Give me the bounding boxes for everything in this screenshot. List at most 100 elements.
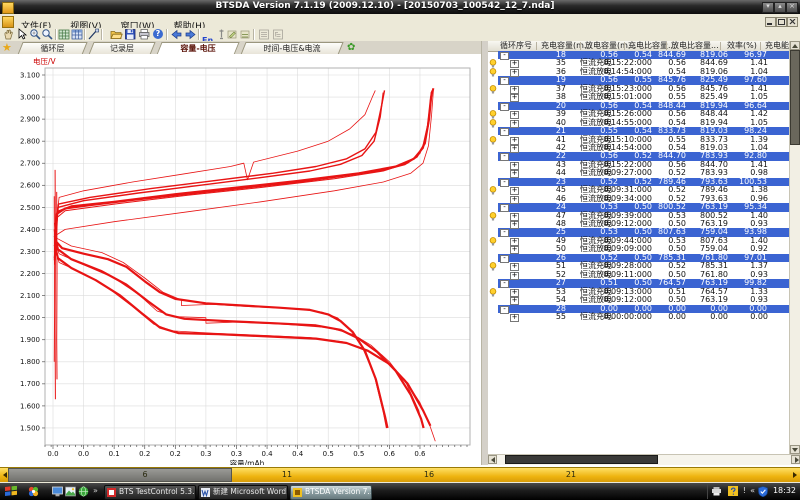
svg-text:0.6: 0.6 bbox=[414, 450, 426, 458]
edit-marker2-icon[interactable] bbox=[239, 28, 252, 41]
cycle-table-panel: 循环序号 充电容量(m... 放电容量(m... 充电比容量... 放电比容量... 效率… bbox=[488, 41, 800, 465]
scroll-right-button[interactable] bbox=[791, 455, 800, 464]
collapse-toggle[interactable]: - bbox=[500, 52, 509, 60]
language-en-icon[interactable]: En bbox=[202, 28, 215, 45]
svg-text:3.000: 3.000 bbox=[20, 93, 40, 101]
slider-tick-label: 21 bbox=[565, 470, 577, 479]
print-icon[interactable] bbox=[138, 28, 151, 41]
svg-text:0.3: 0.3 bbox=[231, 450, 242, 458]
axis-ticks bbox=[42, 74, 468, 449]
edit-marker-icon[interactable] bbox=[226, 28, 239, 41]
taskbar-button-word[interactable]: 新建 Microsoft Word... bbox=[198, 485, 288, 500]
back-icon[interactable] bbox=[170, 28, 183, 41]
line-tool-icon[interactable] bbox=[87, 28, 100, 41]
column-header[interactable]: 充电容量(m... bbox=[541, 41, 592, 51]
restore-button[interactable]: ▴ bbox=[774, 2, 786, 13]
collapse-toggle[interactable]: - bbox=[500, 254, 509, 263]
expand-toggle[interactable]: + bbox=[510, 68, 519, 77]
scroll-down-button[interactable] bbox=[790, 445, 800, 454]
tree-view-icon[interactable] bbox=[272, 28, 285, 41]
expand-toggle[interactable]: + bbox=[510, 187, 519, 196]
svg-text:0.0: 0.0 bbox=[78, 450, 89, 458]
collapse-toggle[interactable]: - bbox=[500, 178, 509, 187]
svg-text:1.800: 1.800 bbox=[20, 358, 40, 366]
cycle-range-slider[interactable]: 6 11 16 21 bbox=[0, 467, 800, 482]
collapse-toggle[interactable]: - bbox=[500, 204, 509, 213]
svg-text:0.2: 0.2 bbox=[139, 450, 150, 458]
document-icon bbox=[2, 16, 14, 28]
mdi-minimize-button[interactable] bbox=[765, 17, 776, 27]
expand-toggle[interactable]: + bbox=[510, 94, 519, 103]
series-discharge-19 bbox=[54, 222, 387, 429]
taskbar-button-btsda[interactable]: BTSDA Version 7.1.1... bbox=[290, 485, 372, 500]
quicklaunch-overflow-chevron[interactable]: » bbox=[93, 486, 98, 495]
table-row-record[interactable]: +55 恒流充电 0:00:00:000 0.00 0.00 0.00 bbox=[488, 312, 790, 322]
quicklaunch-360-icon[interactable] bbox=[28, 486, 39, 497]
scroll-up-button[interactable] bbox=[790, 41, 800, 50]
capacity-voltage-chart[interactable]: 3.100 3.000 2.900 2.800 2.700 2.600 2.500 2.400… bbox=[0, 54, 481, 468]
svg-text:0.2: 0.2 bbox=[170, 450, 181, 458]
expand-toggle[interactable]: + bbox=[510, 313, 519, 322]
expand-toggle[interactable]: + bbox=[510, 297, 519, 306]
expand-toggle[interactable]: + bbox=[510, 221, 519, 229]
expand-toggle[interactable]: + bbox=[510, 246, 519, 255]
table-horizontal-scrollbar[interactable] bbox=[488, 454, 800, 465]
column-header[interactable]: 循环序号 bbox=[500, 41, 532, 51]
taskbar: » BTS TestControl 5.3.... 新建 Microsoft W… bbox=[0, 483, 800, 500]
tray-printer-icon[interactable] bbox=[711, 486, 722, 496]
list-view-icon[interactable] bbox=[258, 28, 271, 41]
toolbar: ? En bbox=[0, 28, 800, 45]
series-charge-27 bbox=[55, 90, 376, 230]
collapse-toggle[interactable]: - bbox=[500, 305, 509, 314]
minimize-button[interactable]: ▾ bbox=[762, 2, 774, 13]
collapse-toggle[interactable]: - bbox=[500, 128, 509, 137]
record-layer-icon[interactable] bbox=[71, 28, 84, 41]
close-button[interactable]: × bbox=[786, 2, 798, 13]
vertical-scroll-thumb[interactable] bbox=[790, 50, 800, 145]
forward-icon[interactable] bbox=[184, 28, 197, 41]
svg-text:0.4: 0.4 bbox=[261, 450, 273, 458]
column-header[interactable]: 充电能量(m. bbox=[765, 41, 790, 51]
expand-toggle[interactable]: + bbox=[510, 195, 519, 204]
svg-text:2.900: 2.900 bbox=[20, 116, 40, 124]
favorite-star-icon[interactable]: ★ bbox=[2, 41, 12, 54]
collapse-toggle[interactable]: - bbox=[500, 102, 509, 111]
tray-shield-icon[interactable] bbox=[758, 486, 768, 497]
expand-toggle[interactable]: + bbox=[510, 271, 519, 280]
tray-alert-glyph: ! bbox=[742, 486, 746, 495]
mdi-close-button[interactable] bbox=[787, 17, 798, 27]
svg-text:0.6: 0.6 bbox=[384, 450, 396, 458]
collapse-toggle[interactable]: - bbox=[500, 77, 509, 86]
expand-toggle[interactable]: + bbox=[510, 144, 519, 153]
scroll-left-button[interactable] bbox=[488, 455, 497, 464]
title-bar[interactable]: BTSDA Version 7.1.19 (2009.12.10) - [201… bbox=[0, 0, 800, 14]
expand-toggle[interactable]: + bbox=[510, 111, 519, 120]
series-charge-23 bbox=[54, 92, 384, 248]
horizontal-scroll-thumb[interactable] bbox=[505, 455, 658, 464]
svg-text:1.600: 1.600 bbox=[20, 402, 40, 410]
open-folder-icon[interactable] bbox=[110, 28, 123, 41]
zoom-icon[interactable] bbox=[41, 28, 54, 41]
quicklaunch-browser-icon[interactable] bbox=[78, 486, 89, 497]
taskbar-button-btstestcontrol[interactable]: BTS TestControl 5.3.... bbox=[104, 485, 196, 500]
add-view-flower-icon[interactable]: ✿ bbox=[347, 41, 355, 54]
expand-toggle[interactable]: + bbox=[510, 119, 519, 128]
save-icon[interactable] bbox=[124, 28, 137, 41]
cycle-layer-icon[interactable] bbox=[58, 28, 71, 41]
select-cursor-icon[interactable] bbox=[16, 28, 29, 41]
mdi-restore-button[interactable] bbox=[776, 17, 787, 27]
expand-toggle[interactable]: + bbox=[510, 170, 519, 179]
slider-thumb[interactable] bbox=[8, 468, 232, 482]
tray-input-method-icon[interactable] bbox=[728, 486, 738, 496]
help-icon[interactable]: ? bbox=[152, 28, 165, 41]
start-button[interactable] bbox=[5, 486, 18, 497]
svg-text:2.200: 2.200 bbox=[20, 270, 40, 278]
collapse-toggle[interactable]: - bbox=[500, 153, 509, 162]
tray-collapse-chevron[interactable]: « bbox=[750, 486, 755, 495]
pan-hand-icon[interactable] bbox=[2, 28, 15, 41]
quicklaunch-desktop-icon[interactable] bbox=[52, 486, 63, 497]
collapse-toggle[interactable]: - bbox=[500, 229, 509, 238]
table-vertical-scrollbar[interactable] bbox=[789, 41, 800, 455]
collapse-toggle[interactable]: - bbox=[500, 280, 509, 289]
quicklaunch-images-icon[interactable] bbox=[65, 486, 76, 497]
